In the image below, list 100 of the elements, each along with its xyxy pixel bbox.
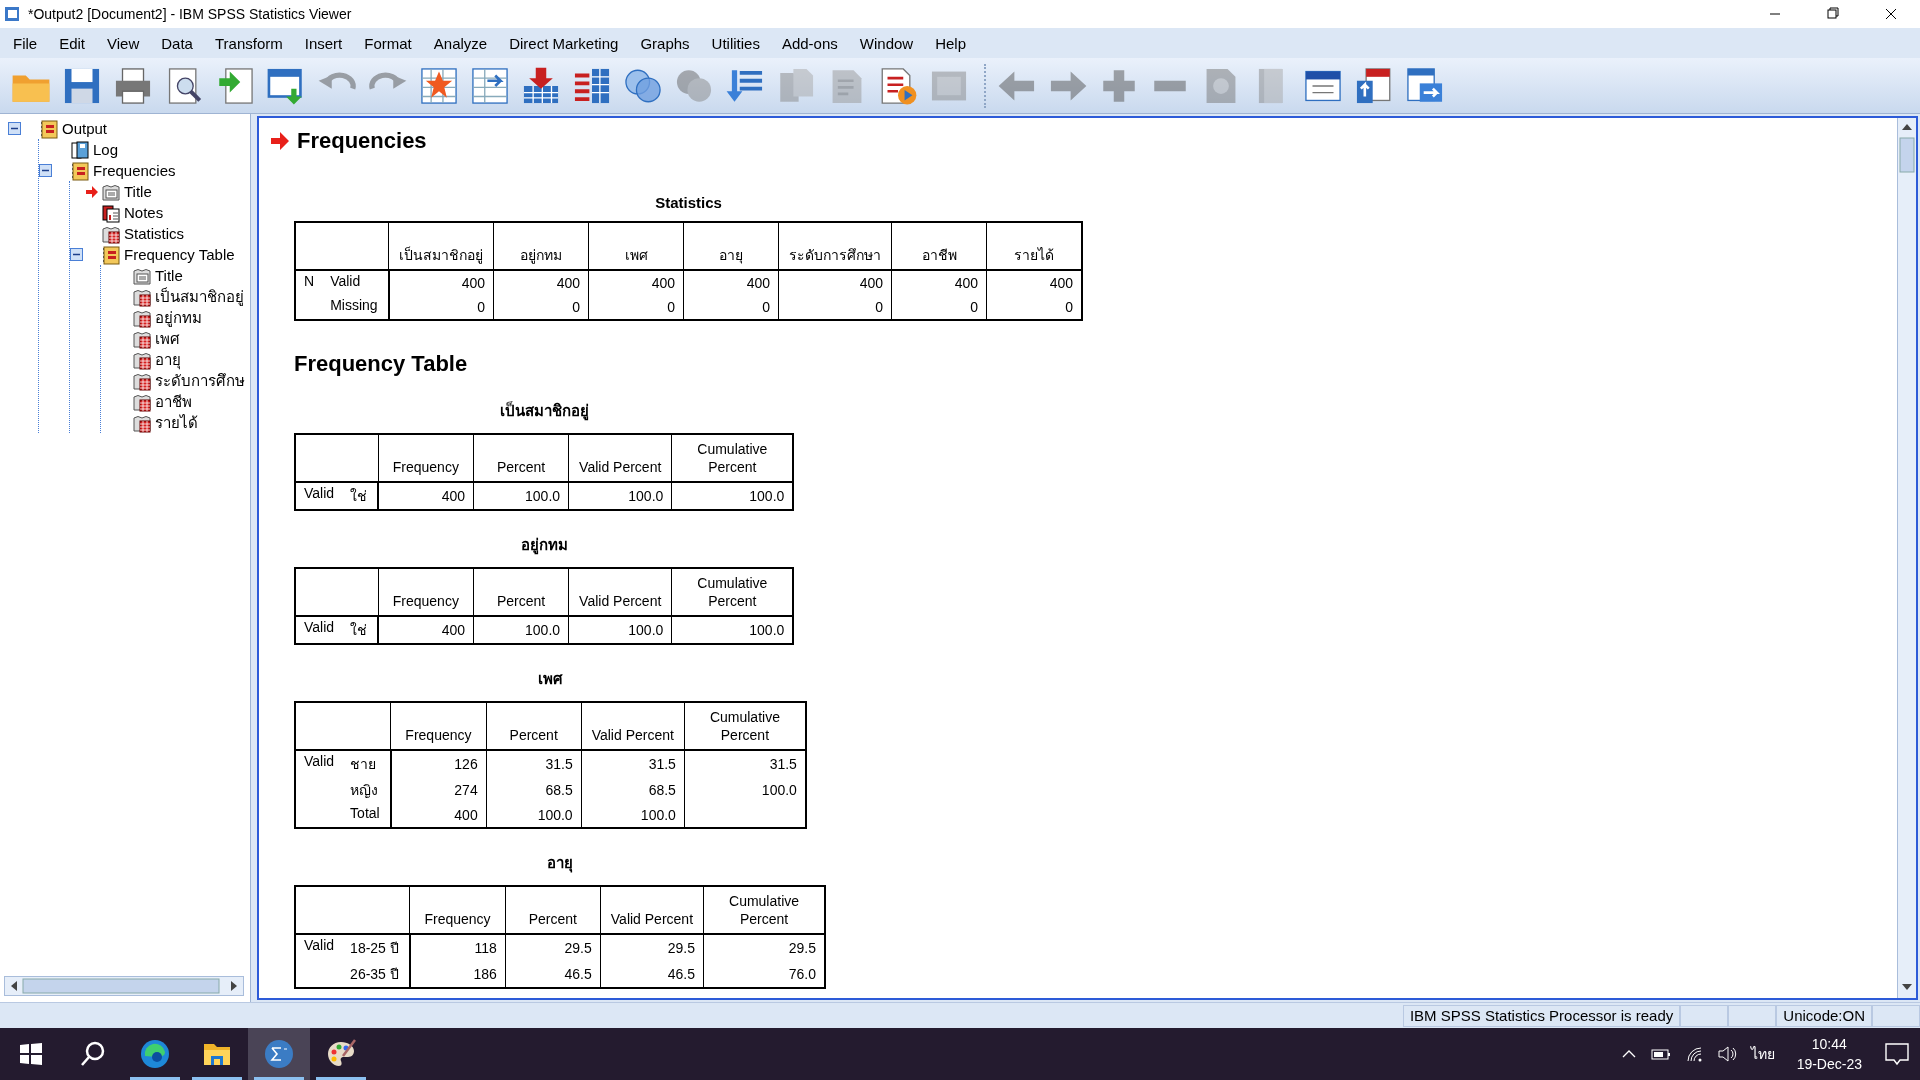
menu-item[interactable]: File	[2, 34, 49, 52]
tree-item[interactable]: Notes	[124, 204, 164, 221]
row-group-label: Valid	[295, 482, 343, 510]
section-heading: Frequency Table	[294, 351, 469, 377]
table-cell: 31.5	[581, 750, 685, 777]
column-header: Valid Percent	[600, 886, 704, 934]
language-indicator[interactable]: ไทย	[1750, 1043, 1775, 1065]
column-header: Frequency	[378, 434, 474, 482]
table-cell: 100.0	[671, 616, 794, 644]
output-heading: Frequencies	[297, 128, 427, 154]
window-title: *Output2 [Document2] - IBM SPSS Statistics Viewer	[28, 6, 353, 22]
menu-item[interactable]: Window	[848, 34, 925, 52]
tree-item[interactable]: Frequency Table	[124, 246, 235, 263]
menu-item[interactable]: Format	[353, 34, 423, 52]
table-cell: 400	[986, 270, 1083, 295]
log-book-icon	[70, 139, 90, 160]
menu-item[interactable]: Graphs	[629, 34, 701, 52]
horizontal-scrollbar[interactable]	[4, 976, 244, 996]
collapse-icon[interactable]	[70, 248, 83, 261]
column-header: อยู่กทม	[493, 222, 589, 270]
table-cell: 100.0	[581, 803, 685, 828]
column-header: Valid Percent	[568, 434, 672, 482]
menu-item[interactable]: View	[96, 34, 151, 52]
collapse-icon[interactable]	[8, 122, 21, 135]
table-cell: 76.0	[703, 961, 826, 988]
table-cell: 400	[891, 270, 987, 295]
menu-item[interactable]: Edit	[48, 34, 97, 52]
table-cell: 0	[891, 295, 987, 320]
row-group-label: N	[295, 270, 323, 295]
battery-icon[interactable]	[1650, 1046, 1671, 1062]
table-cell: 100.0	[486, 803, 582, 828]
tree-item[interactable]: Statistics	[124, 225, 184, 242]
collapse-icon[interactable]	[39, 164, 52, 177]
column-header: Cumulative Percent	[684, 702, 806, 750]
app-icon	[4, 5, 22, 23]
table-cell: 29.5	[505, 934, 601, 961]
menu-item[interactable]: Help	[924, 34, 977, 52]
browser-icon	[139, 1038, 171, 1070]
tree-item[interactable]: Frequencies	[93, 162, 176, 179]
row-group-label: Valid	[295, 750, 343, 777]
table-cell: 68.5	[486, 777, 582, 803]
table-cell: 400	[390, 803, 487, 828]
tree-item[interactable]: Output	[62, 120, 108, 137]
book-icon	[39, 118, 59, 139]
column-header: Frequency	[409, 886, 506, 934]
menu-item[interactable]: Utilities	[700, 34, 771, 52]
column-header: รายได้	[986, 222, 1083, 270]
column-header: Percent	[486, 702, 582, 750]
table-cell: 274	[390, 777, 487, 803]
clock-date[interactable]: 19-Dec-23	[1796, 1054, 1862, 1074]
table-title: อายุ	[546, 853, 574, 875]
search-icon[interactable]	[79, 1040, 107, 1068]
notification-icon[interactable]	[1884, 1042, 1910, 1066]
speaker-icon[interactable]	[1716, 1045, 1737, 1063]
column-header: เป็นสมาชิกอยู่	[388, 222, 494, 270]
table-cell: 46.5	[505, 961, 601, 988]
tree-item[interactable]: Log	[93, 141, 119, 158]
table-cell: 31.5	[684, 750, 806, 777]
tree-item[interactable]: Title	[155, 267, 183, 284]
table-cell: 29.5	[703, 934, 826, 961]
table-title: Statistics	[654, 194, 723, 213]
column-header: เพศ	[588, 222, 684, 270]
menu-item[interactable]: Analyze	[422, 34, 499, 52]
menu-item[interactable]: Add-ons	[770, 34, 849, 52]
current-arrow-icon	[271, 132, 289, 150]
table-cell: 0	[683, 295, 779, 320]
table-cell: 100.0	[473, 616, 569, 644]
table-cell: 126	[390, 750, 487, 777]
table-cell: 0	[588, 295, 684, 320]
wifi-icon[interactable]	[1684, 1045, 1703, 1063]
row-label: ใช่	[342, 482, 379, 510]
column-header: ระดับการศึกษา	[778, 222, 892, 270]
table-cell: 400	[588, 270, 684, 295]
tree-item[interactable]: Title	[124, 183, 152, 200]
vertical-scrollbar[interactable]	[1897, 118, 1916, 998]
table-cell: 0	[493, 295, 589, 320]
column-header: Valid Percent	[568, 568, 672, 616]
row-label: หญิง	[342, 777, 391, 803]
table-cell: 0	[388, 295, 494, 320]
table-title: อยู่กทม	[519, 535, 569, 557]
table-cell: 100.0	[568, 482, 672, 510]
table-cell: 400	[388, 270, 494, 295]
column-header: Valid Percent	[581, 702, 685, 750]
table-cell: 68.5	[581, 777, 685, 803]
menu-item[interactable]: Data	[150, 34, 204, 52]
column-header: Cumulative Percent	[671, 568, 794, 616]
book-icon	[70, 160, 90, 181]
menu-item[interactable]: Insert	[293, 34, 354, 52]
row-label: ใช่	[342, 616, 379, 644]
table-cell: 100.0	[568, 616, 672, 644]
column-header: Percent	[473, 568, 569, 616]
clock-time[interactable]: 10:44	[1811, 1034, 1847, 1054]
column-header: อายุ	[683, 222, 779, 270]
row-label: ชาย	[342, 750, 391, 777]
menu-item[interactable]: Direct Marketing	[498, 34, 630, 52]
windows-start-icon[interactable]	[19, 1042, 43, 1066]
table-title: เพศ	[536, 669, 564, 689]
menu-item[interactable]: Transform	[203, 34, 294, 52]
row-group-label: Valid	[295, 934, 343, 961]
table-cell: 400	[778, 270, 892, 295]
